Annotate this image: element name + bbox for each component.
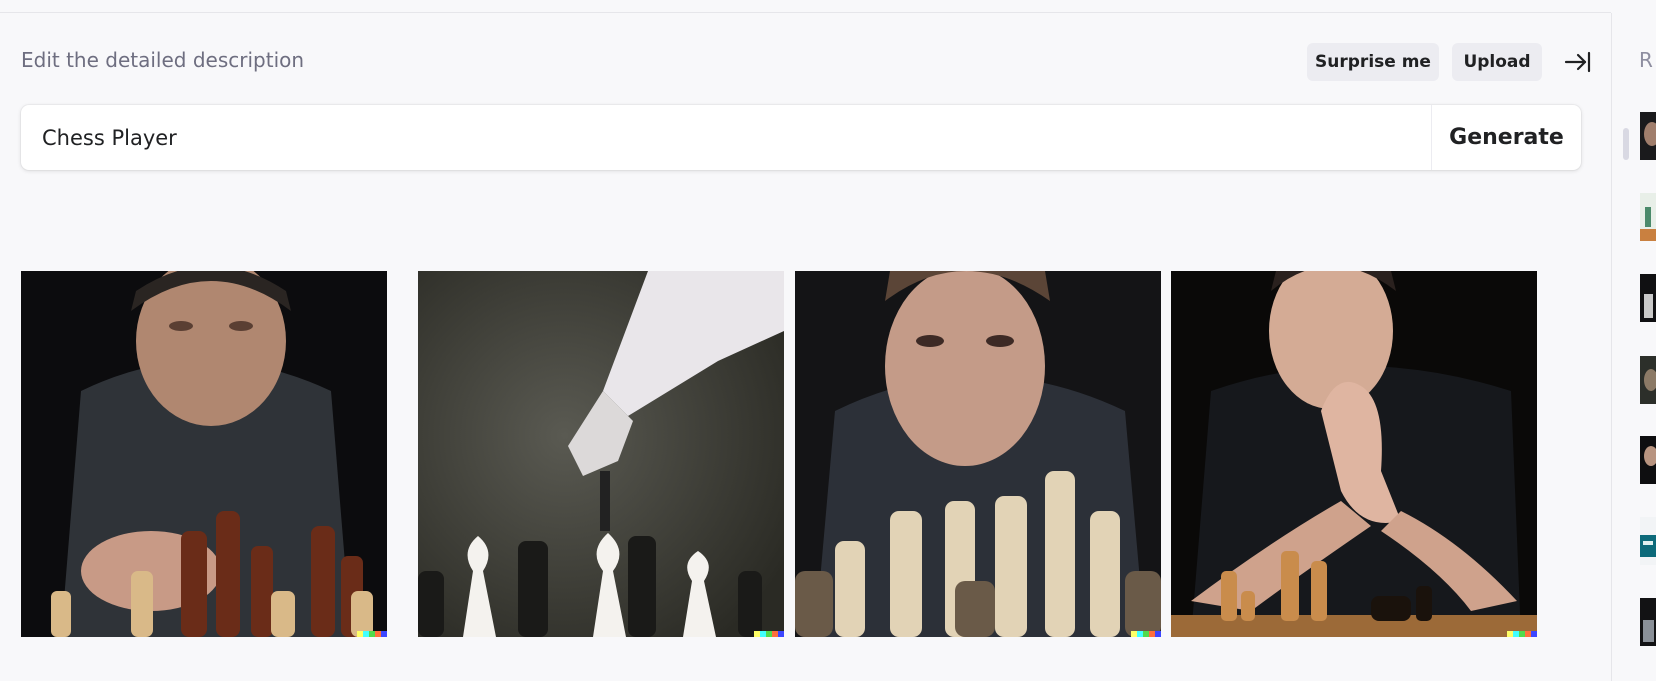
history-thumbnail[interactable] (1640, 598, 1656, 646)
result-image-2[interactable] (418, 271, 784, 637)
history-thumbnail[interactable] (1640, 274, 1656, 322)
results-grid (21, 271, 1581, 637)
result-image-1[interactable] (21, 271, 387, 637)
result-image-3[interactable] (795, 271, 1161, 637)
history-thumbnail[interactable] (1640, 436, 1656, 484)
watermark (1131, 631, 1161, 637)
history-thumbnail[interactable] (1640, 517, 1656, 565)
editor-actions: Surprise me Upload (1307, 43, 1611, 81)
history-thumbnail[interactable] (1640, 112, 1656, 160)
upload-button[interactable]: Upload (1452, 43, 1542, 81)
prompt-hint: Edit the detailed description (21, 48, 305, 72)
sidebar-scrollbar[interactable] (1623, 128, 1629, 160)
watermark (1507, 631, 1537, 637)
history-thumbnail[interactable] (1640, 356, 1656, 404)
arrow-right-to-bar-icon[interactable] (1563, 49, 1593, 75)
surprise-me-button[interactable]: Surprise me (1307, 43, 1439, 81)
prompt-box: Generate (21, 105, 1581, 170)
result-image-4[interactable] (1171, 271, 1537, 637)
history-sidebar: R (1611, 13, 1656, 681)
editor-panel: Edit the detailed description Surprise m… (0, 13, 1611, 681)
sidebar-title: R (1639, 48, 1653, 72)
generate-button[interactable]: Generate (1432, 105, 1581, 170)
top-bar-divider (0, 0, 1611, 13)
watermark (357, 631, 387, 637)
prompt-input[interactable] (21, 105, 1431, 170)
history-thumbnail[interactable] (1640, 193, 1656, 241)
watermark (754, 631, 784, 637)
